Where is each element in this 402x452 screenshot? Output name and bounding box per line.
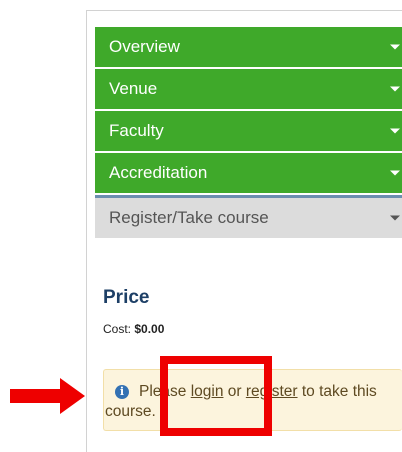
alert-text-line2: course. [105,403,156,420]
tab-faculty-label: Faculty [109,121,164,140]
tab-register-label: Register/Take course [109,208,269,227]
tab-venue-label: Venue [109,79,158,98]
info-icon: i [115,385,129,399]
caret-down-icon [390,44,400,50]
tab-overview[interactable]: Overview [95,27,402,67]
tab-venue[interactable]: Venue [95,69,402,109]
tab-register-take-course[interactable]: Register/Take course [95,195,402,238]
caret-down-icon [390,170,400,176]
tab-accreditation-label: Accreditation [109,163,208,182]
tab-faculty[interactable]: Faculty [95,111,402,151]
course-accordion: Overview Venue Faculty Accreditation Reg… [95,27,402,240]
alert-text-after: to take this [297,383,377,400]
tab-overview-label: Overview [109,37,180,56]
caret-down-icon [390,128,400,134]
cost-label: Cost: [103,322,132,336]
right-arrow-icon [10,378,85,414]
cost-line: Cost: $0.00 [103,322,164,336]
annotation-highlight-box [160,356,272,436]
caret-down-icon [390,86,400,92]
cost-value: $0.00 [134,322,165,336]
caret-down-icon [390,215,400,221]
price-heading: Price [103,287,150,308]
tab-accreditation[interactable]: Accreditation [95,153,402,193]
